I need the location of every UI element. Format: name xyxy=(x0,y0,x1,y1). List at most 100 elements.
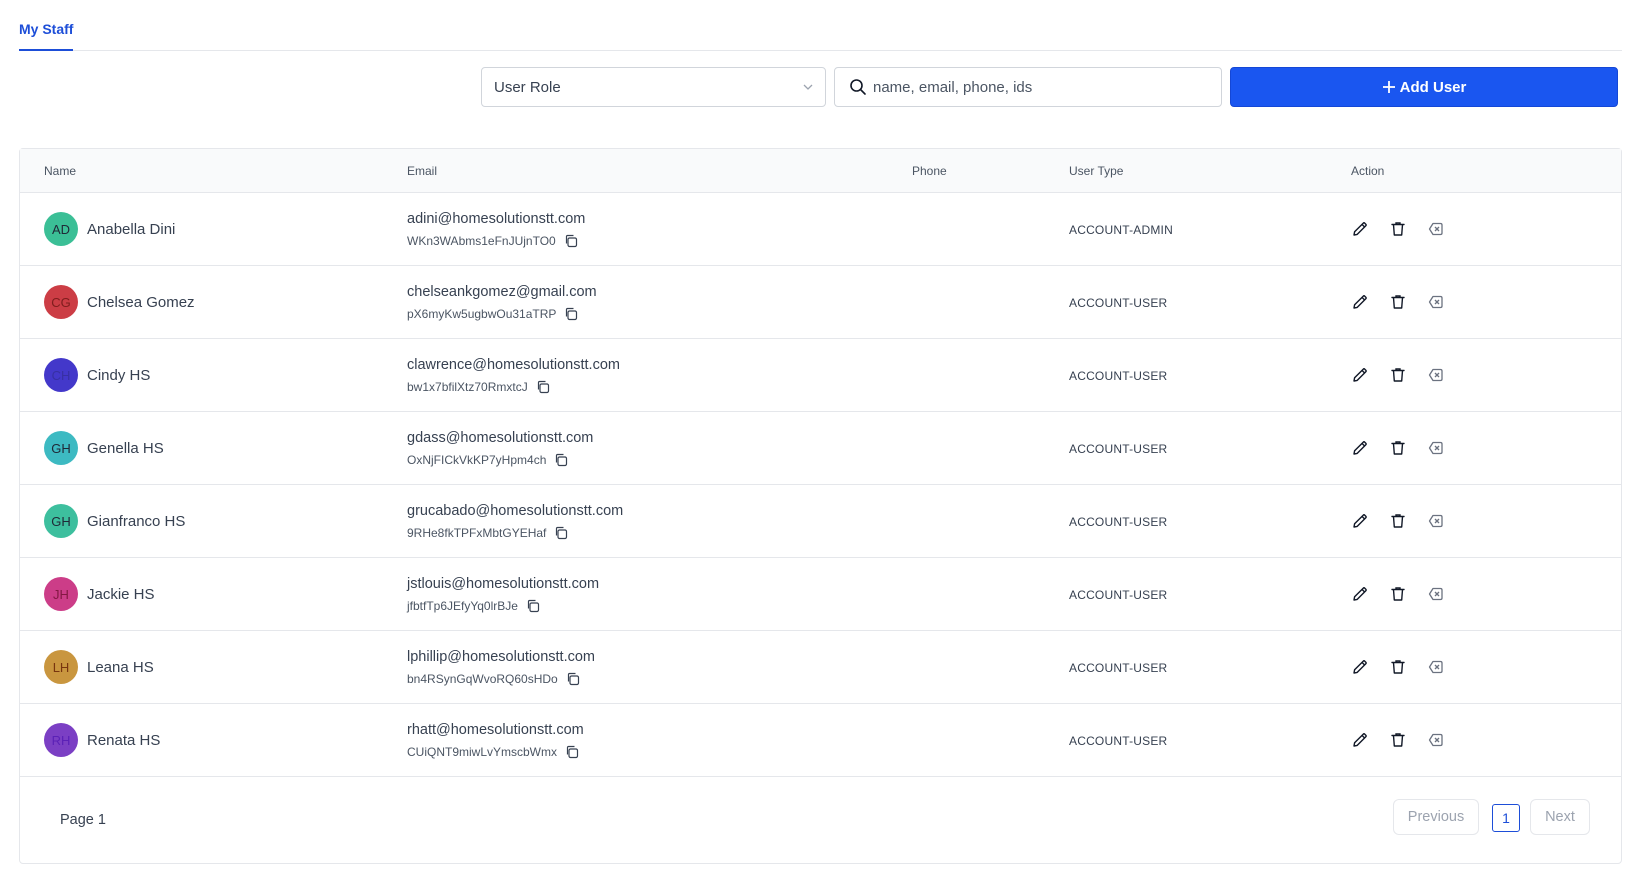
header-email: Email xyxy=(407,164,438,178)
pencil-icon[interactable] xyxy=(1351,366,1369,384)
trash-icon[interactable] xyxy=(1389,731,1407,749)
user-name: Renata HS xyxy=(87,732,161,749)
table-footer: Page 1 Previous 1 Next xyxy=(20,777,1621,863)
avatar-initials: CG xyxy=(51,294,71,310)
user-email: adini@homesolutionstt.com xyxy=(407,211,586,227)
staff-table: Name Email Phone User Type Action AD Ana… xyxy=(19,148,1622,864)
user-name: Genella HS xyxy=(87,440,164,457)
page-1-button[interactable]: 1 xyxy=(1492,804,1520,832)
x-square-icon[interactable] xyxy=(1427,220,1445,238)
user-id: CUiQNT9miwLvYmscbWmx xyxy=(407,745,557,759)
pencil-icon[interactable] xyxy=(1351,439,1369,457)
x-square-icon[interactable] xyxy=(1427,585,1445,603)
user-type: ACCOUNT-USER xyxy=(1069,734,1168,748)
table-row: AD Anabella Dini adini@homesolutionstt.c… xyxy=(20,193,1621,266)
pencil-icon[interactable] xyxy=(1351,731,1369,749)
user-type: ACCOUNT-USER xyxy=(1069,515,1168,529)
x-square-icon[interactable] xyxy=(1427,293,1445,311)
avatar-initials: CH xyxy=(51,367,71,383)
trash-icon[interactable] xyxy=(1389,512,1407,530)
pencil-icon[interactable] xyxy=(1351,220,1369,238)
next-page-button[interactable]: Next xyxy=(1530,799,1590,835)
user-id: bn4RSynGqWvoRQ60sHDo xyxy=(407,672,558,686)
user-email: clawrence@homesolutionstt.com xyxy=(407,357,620,373)
avatar-initials: JH xyxy=(53,586,69,602)
pencil-icon[interactable] xyxy=(1351,658,1369,676)
user-name: Leana HS xyxy=(87,659,154,676)
header-name: Name xyxy=(44,164,77,178)
table-header: Name Email Phone User Type Action xyxy=(20,149,1621,193)
user-email: grucabado@homesolutionstt.com xyxy=(407,503,624,519)
previous-page-button[interactable]: Previous xyxy=(1393,799,1479,835)
add-user-button[interactable]: Add User xyxy=(1230,67,1618,107)
table-row: CG Chelsea Gomez chelseankgomez@gmail.co… xyxy=(20,266,1621,339)
user-name: Gianfranco HS xyxy=(87,513,186,530)
copy-icon[interactable] xyxy=(566,672,580,686)
avatar-initials: GH xyxy=(51,440,71,456)
add-user-label: Add User xyxy=(1399,78,1467,96)
x-square-icon[interactable] xyxy=(1427,731,1445,749)
chevron-down-icon xyxy=(803,84,813,90)
copy-icon[interactable] xyxy=(554,453,568,467)
user-name: Jackie HS xyxy=(87,586,155,603)
copy-icon[interactable] xyxy=(536,380,550,394)
tab-my-staff[interactable]: My Staff xyxy=(19,21,74,51)
pencil-icon[interactable] xyxy=(1351,293,1369,311)
user-id-line: pX6myKw5ugbwOu31aTRP xyxy=(407,307,578,321)
avatar: CH xyxy=(44,358,78,392)
pencil-icon[interactable] xyxy=(1351,585,1369,603)
trash-icon[interactable] xyxy=(1389,366,1407,384)
user-email: jstlouis@homesolutionstt.com xyxy=(407,576,600,592)
user-name: Chelsea Gomez xyxy=(87,294,195,311)
table-row: JH Jackie HS jstlouis@homesolutionstt.co… xyxy=(20,558,1621,631)
table-row: RH Renata HS rhatt@homesolutionstt.com C… xyxy=(20,704,1621,777)
user-type: ACCOUNT-USER xyxy=(1069,369,1168,383)
user-type: ACCOUNT-USER xyxy=(1069,588,1168,602)
copy-icon[interactable] xyxy=(564,307,578,321)
avatar: GH xyxy=(44,504,78,538)
search-input[interactable] xyxy=(873,78,1203,96)
trash-icon[interactable] xyxy=(1389,220,1407,238)
copy-icon[interactable] xyxy=(565,745,579,759)
user-name: Cindy HS xyxy=(87,367,151,384)
user-role-select-value: User Role xyxy=(494,78,561,96)
search-box[interactable] xyxy=(834,67,1222,107)
trash-icon[interactable] xyxy=(1389,293,1407,311)
plus-icon xyxy=(1382,81,1395,93)
x-square-icon[interactable] xyxy=(1427,366,1445,384)
copy-icon[interactable] xyxy=(526,599,540,613)
user-id-line: 9RHe8fkTPFxMbtGYEHaf xyxy=(407,526,568,540)
user-id: OxNjFICkVkKP7yHpm4ch xyxy=(407,453,547,467)
user-name: Anabella Dini xyxy=(87,221,176,238)
avatar: AD xyxy=(44,212,78,246)
trash-icon[interactable] xyxy=(1389,439,1407,457)
user-role-select[interactable]: User Role xyxy=(481,67,826,107)
user-id-line: OxNjFICkVkKP7yHpm4ch xyxy=(407,453,568,467)
avatar-initials: LH xyxy=(52,659,70,675)
trash-icon[interactable] xyxy=(1389,658,1407,676)
table-row: CH Cindy HS clawrence@homesolutionstt.co… xyxy=(20,339,1621,412)
user-id-line: CUiQNT9miwLvYmscbWmx xyxy=(407,745,579,759)
user-id-line: WKn3WAbms1eFnJUjnTO0 xyxy=(407,234,578,248)
table-row: LH Leana HS lphillip@homesolutionstt.com… xyxy=(20,631,1621,704)
user-type: ACCOUNT-USER xyxy=(1069,442,1168,456)
user-id: jfbtfTp6JEfyYq0lrBJe xyxy=(407,599,518,613)
user-type: ACCOUNT-USER xyxy=(1069,296,1168,310)
x-square-icon[interactable] xyxy=(1427,512,1445,530)
x-square-icon[interactable] xyxy=(1427,439,1445,457)
copy-icon[interactable] xyxy=(554,526,568,540)
trash-icon[interactable] xyxy=(1389,585,1407,603)
table-row: GH Gianfranco HS grucabado@homesolutions… xyxy=(20,485,1621,558)
user-id: pX6myKw5ugbwOu31aTRP xyxy=(407,307,557,321)
header-action: Action xyxy=(1351,164,1385,178)
user-type: ACCOUNT-USER xyxy=(1069,661,1168,675)
pencil-icon[interactable] xyxy=(1351,512,1369,530)
copy-icon[interactable] xyxy=(564,234,578,248)
x-square-icon[interactable] xyxy=(1427,658,1445,676)
avatar: RH xyxy=(44,723,78,757)
avatar: CG xyxy=(44,285,78,319)
user-type: ACCOUNT-ADMIN xyxy=(1069,223,1173,237)
user-id: bw1x7bfilXtz70RmxtcJ xyxy=(407,380,528,394)
user-id-line: bn4RSynGqWvoRQ60sHDo xyxy=(407,672,580,686)
avatar: LH xyxy=(44,650,78,684)
